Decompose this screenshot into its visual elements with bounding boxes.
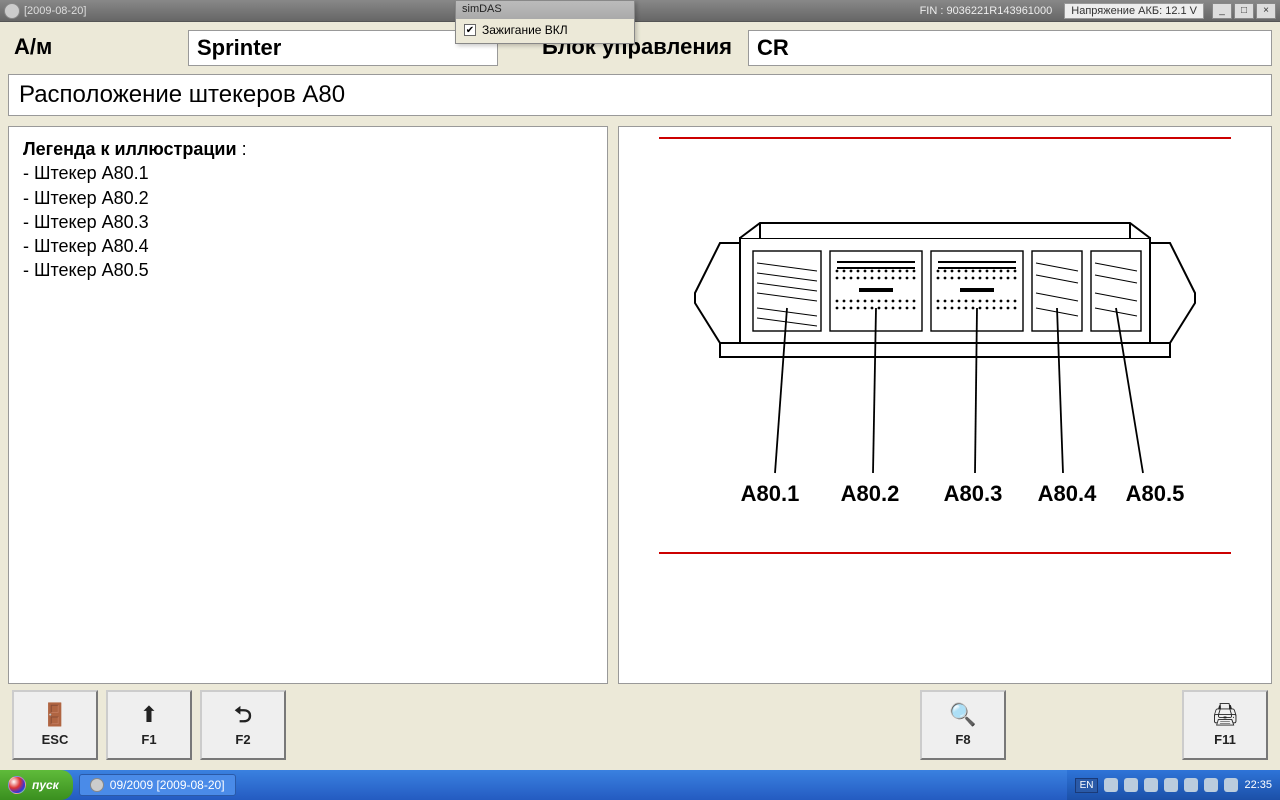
diagram-label: A80.5 (1126, 481, 1185, 506)
esc-button[interactable]: 🚪 ESC (12, 690, 98, 760)
tray-icon[interactable] (1184, 778, 1198, 792)
diagram-panel: A80.1 A80.2 A80.3 A80.4 A80.5 (618, 126, 1272, 684)
legend-item: - Штекер A80.2 (23, 186, 593, 210)
legend-title: Легенда к иллюстрации (23, 139, 237, 159)
diagram-label: A80.4 (1038, 481, 1097, 506)
windows-logo-icon (8, 776, 26, 794)
fin-label: FIN : 9036221R143961000 (920, 5, 1053, 17)
simdas-dialog: simDAS ✔ Зажигание ВКЛ (455, 0, 635, 44)
diagram-label: A80.2 (841, 481, 900, 506)
printer-icon: 🖨 (1211, 704, 1239, 726)
simdas-dialog-title: simDAS (456, 1, 634, 19)
f2-button[interactable]: ⮌ F2 (200, 690, 286, 760)
f11-button[interactable]: 🖨 F11 (1182, 690, 1268, 760)
exit-icon: 🚪 (41, 704, 68, 726)
connector-svg: A80.1 A80.2 A80.3 A80.4 A80.5 (665, 143, 1225, 543)
main-app-area: А/м Sprinter Блок управления CR Располож… (0, 22, 1280, 770)
tray-icon[interactable] (1124, 778, 1138, 792)
legend-item: - Штекер A80.4 (23, 234, 593, 258)
windows-taskbar: пуск 09/2009 [2009-08-20] EN 22:35 (0, 770, 1280, 800)
tray-icon[interactable] (1224, 778, 1238, 792)
ecu-value: CR (748, 30, 1272, 66)
u-turn-icon: ⮌ (234, 704, 252, 726)
close-button[interactable]: × (1256, 3, 1276, 19)
tray-icon[interactable] (1164, 778, 1178, 792)
legend-panel: Легенда к иллюстрации : - Штекер A80.1 -… (8, 126, 608, 684)
magnifier-icon: 🔍 (949, 704, 976, 726)
app-icon (90, 778, 104, 792)
system-tray: EN 22:35 (1067, 770, 1280, 800)
ignition-checkbox-label: Зажигание ВКЛ (482, 23, 568, 37)
maximize-button[interactable]: □ (1234, 3, 1254, 19)
titlebar-date: [2009-08-20] (24, 5, 86, 17)
diagram-label: A80.1 (741, 481, 800, 506)
minimize-button[interactable]: _ (1212, 3, 1232, 19)
legend-item: - Штекер A80.5 (23, 258, 593, 282)
battery-voltage: Напряжение АКБ: 12.1 V (1064, 3, 1204, 19)
app-titlebar: [2009-08-20] FIN : 9036221R143961000 Нап… (0, 0, 1280, 22)
section-title: Расположение штекеров A80 (8, 74, 1272, 116)
tray-icon[interactable] (1204, 778, 1218, 792)
ignition-checkbox[interactable]: ✔ (464, 24, 476, 36)
up-arrow-icon: ⬆ (140, 704, 158, 726)
f1-button[interactable]: ⬆ F1 (106, 690, 192, 760)
legend-item: - Штекер A80.3 (23, 210, 593, 234)
taskbar-item[interactable]: 09/2009 [2009-08-20] (79, 774, 236, 796)
language-indicator[interactable]: EN (1075, 778, 1099, 793)
vehicle-label: А/м (8, 30, 178, 66)
tray-icon[interactable] (1104, 778, 1118, 792)
vehicle-value: Sprinter (188, 30, 498, 66)
legend-item: - Штекер A80.1 (23, 161, 593, 185)
tray-icon[interactable] (1144, 778, 1158, 792)
app-logo-icon (4, 3, 20, 19)
diagram-label: A80.3 (944, 481, 1003, 506)
f8-button[interactable]: 🔍 F8 (920, 690, 1006, 760)
start-button[interactable]: пуск (0, 770, 73, 800)
function-key-bar: 🚪 ESC ⬆ F1 ⮌ F2 🔍 F8 🖨 F11 (8, 684, 1272, 762)
connector-diagram: A80.1 A80.2 A80.3 A80.4 A80.5 (659, 137, 1231, 554)
taskbar-clock[interactable]: 22:35 (1244, 779, 1272, 791)
header-row: А/м Sprinter Блок управления CR (8, 30, 1272, 66)
